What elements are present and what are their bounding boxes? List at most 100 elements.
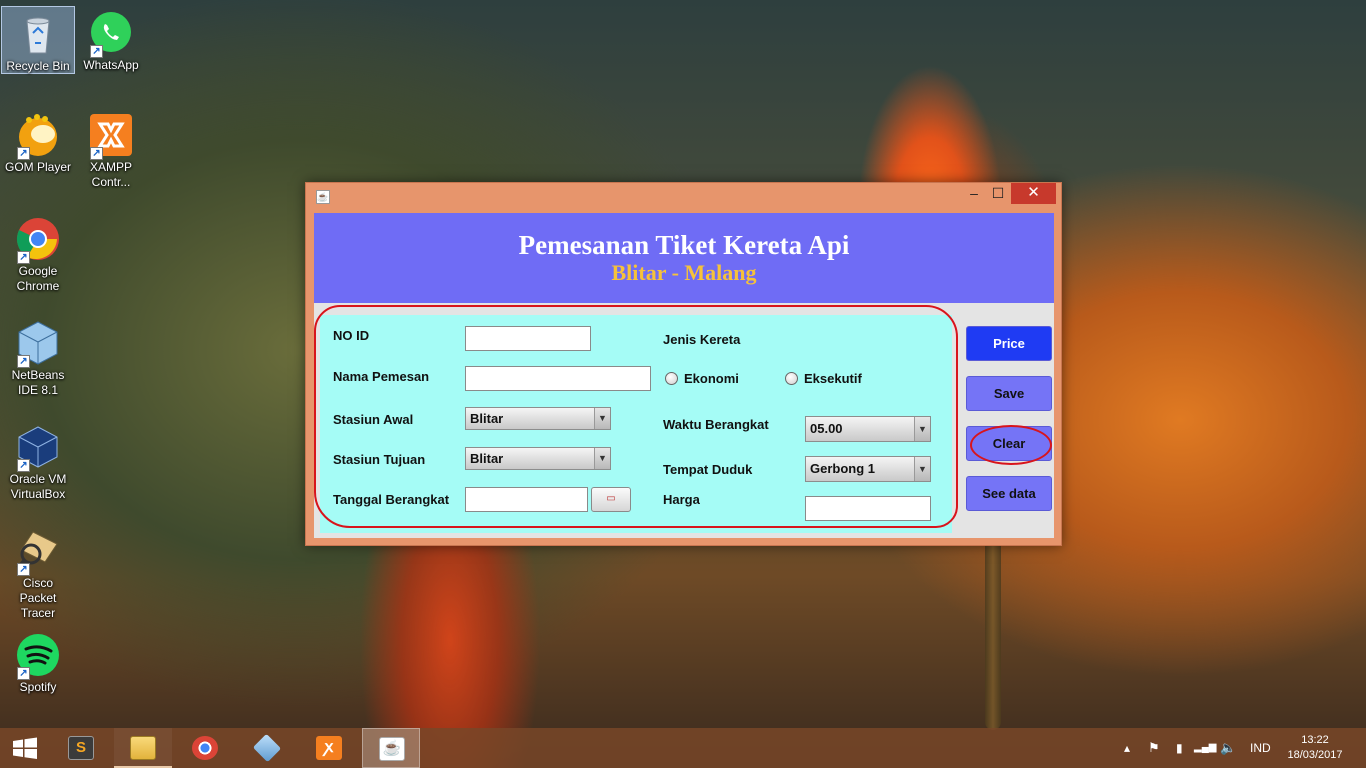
desktop-icon-netbeans[interactable]: ↗ NetBeans IDE 8.1 bbox=[1, 316, 75, 398]
harga-label: Harga bbox=[663, 492, 700, 507]
desktop-icon-xampp[interactable]: ↗ XAMPP Contr... bbox=[74, 108, 148, 190]
desktop-icon-label: Spotify bbox=[19, 680, 57, 694]
jenis-kereta-label: Jenis Kereta bbox=[663, 332, 741, 347]
desktop-icon-label: Oracle VM VirtualBox bbox=[9, 472, 67, 501]
tempat-duduk-dropdown[interactable]: Gerbong 1 ▼ bbox=[805, 456, 931, 482]
nama-pemesan-label: Nama Pemesan bbox=[333, 369, 430, 384]
windows-logo-icon bbox=[13, 737, 37, 759]
netbeans-icon bbox=[252, 733, 282, 763]
taskbar: S ꭗ ☕ ▴ ⚑ ▮ ▂▄▆ 🔈 IND 13:22 18/03/2017 bbox=[0, 728, 1366, 768]
xampp-icon: ↗ bbox=[88, 112, 134, 160]
see-data-button[interactable]: See data bbox=[966, 476, 1052, 511]
start-button[interactable] bbox=[0, 728, 50, 768]
taskbar-clock[interactable]: 13:22 18/03/2017 bbox=[1280, 733, 1350, 763]
chevron-down-icon: ▼ bbox=[594, 448, 610, 469]
page-title: Pemesanan Tiket Kereta Api bbox=[518, 230, 850, 260]
recycle-bin-icon bbox=[15, 11, 61, 57]
desktop-icon-whatsapp[interactable]: ↗ WhatsApp bbox=[74, 6, 148, 73]
desktop-icon-label: XAMPP Contr... bbox=[89, 160, 132, 189]
shortcut-arrow-icon: ↗ bbox=[17, 251, 30, 264]
shortcut-arrow-icon: ↗ bbox=[17, 147, 30, 160]
desktop-icon-cisco-packet-tracer[interactable]: ↗ Cisco Packet Tracer bbox=[1, 524, 75, 621]
waktu-berangkat-dropdown[interactable]: 05.00 ▼ bbox=[805, 416, 931, 442]
no-id-field[interactable] bbox=[465, 326, 591, 351]
clock-date: 18/03/2017 bbox=[1287, 749, 1343, 761]
radio-circle-icon bbox=[665, 372, 678, 385]
gom-player-icon: ↗ bbox=[15, 112, 61, 160]
shortcut-arrow-icon: ↗ bbox=[90, 147, 103, 160]
radio-ekonomi[interactable]: Ekonomi bbox=[665, 371, 739, 386]
show-hidden-icons-chevron-icon[interactable]: ▴ bbox=[1124, 728, 1130, 768]
action-center-flag-icon[interactable]: ⚑ bbox=[1148, 728, 1160, 768]
stasiun-awal-value: Blitar bbox=[470, 411, 504, 426]
waktu-berangkat-value: 05.00 bbox=[810, 421, 843, 436]
spotify-icon: ↗ bbox=[15, 632, 61, 680]
taskbar-chrome[interactable] bbox=[176, 728, 234, 768]
page-subtitle: Blitar - Malang bbox=[611, 260, 757, 285]
xampp-icon: ꭗ bbox=[316, 736, 342, 760]
desktop-icon-recycle-bin[interactable]: Recycle Bin bbox=[1, 6, 75, 74]
tanggal-berangkat-label: Tanggal Berangkat bbox=[333, 492, 450, 507]
booking-form-panel: NO ID Nama Pemesan Stasiun Awal Blitar ▼… bbox=[320, 315, 952, 533]
java-icon: ☕ bbox=[379, 737, 405, 761]
netbeans-icon: ↗ bbox=[15, 320, 61, 368]
chevron-down-icon: ▼ bbox=[914, 457, 930, 481]
shortcut-arrow-icon: ↗ bbox=[90, 45, 103, 58]
virtualbox-icon: ↗ bbox=[15, 424, 61, 472]
taskbar-xampp[interactable]: ꭗ bbox=[300, 728, 358, 768]
tanggal-berangkat-field[interactable] bbox=[465, 487, 588, 512]
maximize-button[interactable]: ☐ bbox=[983, 183, 1013, 204]
taskbar-netbeans[interactable] bbox=[238, 728, 296, 768]
shortcut-arrow-icon: ↗ bbox=[17, 459, 30, 472]
desktop-icon-spotify[interactable]: ↗ Spotify bbox=[1, 628, 75, 695]
taskbar-java-app[interactable]: ☕ bbox=[362, 728, 420, 768]
nama-pemesan-field[interactable] bbox=[465, 366, 651, 391]
shortcut-arrow-icon: ↗ bbox=[17, 355, 30, 368]
java-icon: ☕ bbox=[316, 190, 330, 204]
app-header: Pemesanan Tiket Kereta Api Blitar - Mala… bbox=[314, 213, 1054, 303]
ticket-booking-window: ☕ – ☐ ✕ Pemesanan Tiket Kereta Api Blita… bbox=[305, 182, 1062, 546]
radio-eksekutif-label: Eksekutif bbox=[804, 371, 862, 386]
clear-button[interactable]: Clear bbox=[966, 426, 1052, 461]
window-body: NO ID Nama Pemesan Stasiun Awal Blitar ▼… bbox=[314, 303, 1054, 538]
stasiun-awal-dropdown[interactable]: Blitar ▼ bbox=[465, 407, 611, 430]
tempat-duduk-label: Tempat Duduk bbox=[663, 462, 753, 477]
volume-icon[interactable]: 🔈 bbox=[1220, 728, 1236, 768]
shortcut-arrow-icon: ↗ bbox=[17, 667, 30, 680]
desktop-icon-label: GOM Player bbox=[4, 160, 71, 174]
stasiun-tujuan-value: Blitar bbox=[470, 451, 504, 466]
price-button[interactable]: Price bbox=[966, 326, 1052, 361]
desktop-icon-google-chrome[interactable]: ↗ Google Chrome bbox=[1, 212, 75, 294]
whatsapp-icon: ↗ bbox=[88, 10, 134, 58]
radio-ekonomi-label: Ekonomi bbox=[684, 371, 739, 386]
battery-icon[interactable]: ▮ bbox=[1176, 728, 1183, 768]
radio-circle-icon bbox=[785, 372, 798, 385]
chrome-icon bbox=[192, 736, 218, 760]
shortcut-arrow-icon: ↗ bbox=[17, 563, 30, 576]
sublime-text-icon: S bbox=[68, 736, 94, 760]
harga-field[interactable] bbox=[805, 496, 931, 521]
stasiun-tujuan-dropdown[interactable]: Blitar ▼ bbox=[465, 447, 611, 470]
packet-tracer-icon: ↗ bbox=[15, 528, 61, 576]
close-button[interactable]: ✕ bbox=[1011, 183, 1056, 204]
chrome-icon: ↗ bbox=[15, 216, 61, 264]
taskbar-sublime-text[interactable]: S bbox=[52, 728, 110, 768]
radio-eksekutif[interactable]: Eksekutif bbox=[785, 371, 862, 386]
desktop-icon-virtualbox[interactable]: ↗ Oracle VM VirtualBox bbox=[1, 420, 75, 502]
input-language[interactable]: IND bbox=[1250, 728, 1271, 768]
tempat-duduk-value: Gerbong 1 bbox=[810, 461, 876, 476]
date-picker-button[interactable]: ▭ bbox=[591, 487, 631, 512]
taskbar-file-explorer[interactable] bbox=[114, 728, 172, 768]
desktop-icon-label: WhatsApp bbox=[83, 58, 139, 72]
window-titlebar[interactable]: ☕ – ☐ ✕ bbox=[306, 183, 1061, 209]
calendar-icon: ▭ bbox=[606, 493, 616, 504]
chevron-down-icon: ▼ bbox=[594, 408, 610, 429]
save-button[interactable]: Save bbox=[966, 376, 1052, 411]
no-id-label: NO ID bbox=[333, 328, 370, 343]
desktop-icon-label: Google Chrome bbox=[16, 264, 60, 293]
clock-time: 13:22 bbox=[1301, 734, 1329, 746]
waktu-berangkat-label: Waktu Berangkat bbox=[663, 417, 769, 432]
chevron-down-icon: ▼ bbox=[914, 417, 930, 441]
desktop-icon-gom-player[interactable]: ↗ GOM Player bbox=[1, 108, 75, 175]
network-signal-icon[interactable]: ▂▄▆ bbox=[1194, 728, 1216, 768]
